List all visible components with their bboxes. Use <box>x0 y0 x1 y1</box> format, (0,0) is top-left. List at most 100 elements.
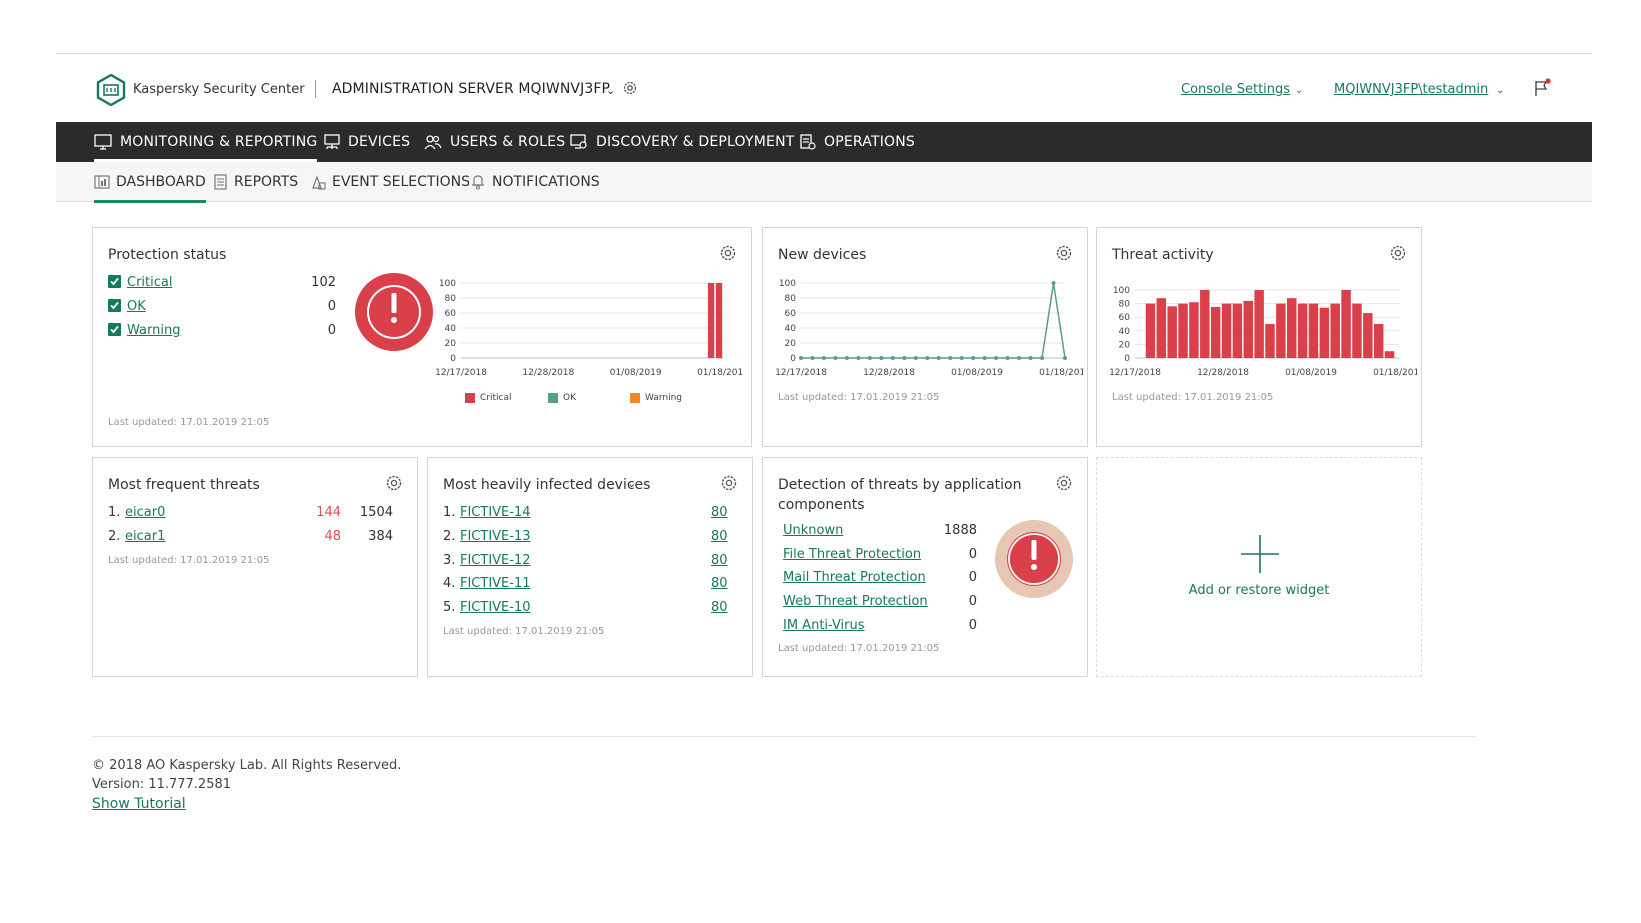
chevron-down-icon[interactable]: ⌄ <box>606 84 615 97</box>
device-name-link[interactable]: FICTIVE-13 <box>460 529 531 544</box>
device-name-link[interactable]: FICTIVE-12 <box>460 553 531 568</box>
bar <box>1221 303 1232 358</box>
device-index: 5. <box>443 600 456 615</box>
threat-count-highlight: 48 <box>324 529 341 544</box>
component-count: 1888 <box>943 523 977 538</box>
device-count-link[interactable]: 80 <box>711 529 728 544</box>
device-count-link[interactable]: 80 <box>711 600 728 615</box>
main-navigation: MONITORING & REPORTING DEVICES USERS & R… <box>56 122 1592 162</box>
add-widget-label[interactable]: Add or restore widget <box>1097 583 1421 598</box>
tab-reports[interactable]: REPORTS <box>214 162 298 202</box>
nav-discovery-deployment[interactable]: DISCOVERY & DEPLOYMENT <box>570 122 795 162</box>
data-point <box>913 356 918 360</box>
bar <box>1243 300 1253 358</box>
monitor-icon <box>94 134 112 150</box>
widget-threat-activity: Threat activity 0 20 40 60 80 100 12/17/2018 12… <box>1096 227 1422 447</box>
bar <box>1341 290 1351 358</box>
header-separator <box>315 80 316 98</box>
new-devices-chart: 0 20 40 60 80 100 12/17/2018 12/28/2018 01/08/20… <box>775 279 1083 378</box>
user-account-link[interactable]: MQIWNVJ3FP\testadmin <box>1334 82 1488 97</box>
status-warning-count: 0 <box>327 323 336 338</box>
data-point <box>1040 356 1045 360</box>
chevron-down-icon[interactable]: ⌄ <box>1295 85 1303 96</box>
data-point <box>936 356 941 360</box>
x-tick-label: 01/08/2019 <box>951 368 1003 378</box>
device-count-link[interactable]: 80 <box>711 576 728 591</box>
last-updated: Last updated: 17.01.2019 21:05 <box>443 626 605 637</box>
gear-icon[interactable] <box>719 244 737 262</box>
data-point <box>844 356 849 360</box>
component-unknown-link[interactable]: Unknown <box>783 523 843 538</box>
widget-title-line: Detection of threats by application <box>778 477 1022 493</box>
widget-new-devices: New devices 0 20 40 60 80 100 12/17/2018 12/28/… <box>762 227 1088 447</box>
data-point <box>1051 281 1056 285</box>
threat-name-link[interactable]: eicar0 <box>125 505 165 520</box>
gear-icon[interactable] <box>385 474 403 492</box>
x-tick-label: 01/18/2019 <box>1373 368 1417 378</box>
bar <box>1308 303 1319 358</box>
gear-icon[interactable] <box>622 80 638 96</box>
nav-operations[interactable]: OPERATIONS <box>800 122 915 162</box>
series-line <box>801 282 1066 359</box>
checkbox-warning[interactable] <box>108 323 121 336</box>
threat-count: 1504 <box>359 505 393 520</box>
tab-notifications[interactable]: NOTIFICATIONS <box>470 162 600 202</box>
widget-frequent-threats: Most frequent threats 1. eicar0 144 1504… <box>92 457 418 677</box>
console-settings-link[interactable]: Console Settings <box>1181 82 1290 97</box>
notification-icon <box>472 175 484 190</box>
gear-icon[interactable] <box>1055 244 1073 262</box>
device-name-link[interactable]: FICTIVE-10 <box>460 600 531 615</box>
last-updated: Last updated: 17.01.2019 21:05 <box>778 643 940 654</box>
component-file-threat-link[interactable]: File Threat Protection <box>783 547 921 562</box>
device-count-link[interactable]: 80 <box>711 505 728 520</box>
version-text: Version: 11.777.2581 <box>92 777 232 792</box>
bar <box>1276 303 1286 358</box>
gear-icon[interactable] <box>720 474 738 492</box>
component-im-antivirus-link[interactable]: IM Anti-Virus <box>783 618 865 633</box>
plus-icon[interactable] <box>1239 533 1281 575</box>
status-critical-link[interactable]: Critical <box>127 275 172 290</box>
bar <box>1373 324 1384 358</box>
notification-flag-icon[interactable] <box>1532 78 1552 98</box>
kaspersky-logo-icon[interactable] <box>96 74 126 106</box>
status-warning-link[interactable]: Warning <box>127 323 180 338</box>
add-widget-tile[interactable]: Add or restore widget <box>1096 457 1422 677</box>
top-header: Kaspersky Security Center ADMINISTRATION… <box>56 54 1592 122</box>
y-tick-label: 0 <box>790 354 796 364</box>
tab-event-selections[interactable]: EVENT SELECTIONS <box>310 162 470 202</box>
data-point <box>994 356 999 360</box>
tab-label: NOTIFICATIONS <box>492 174 600 190</box>
y-tick-label: 80 <box>445 294 457 304</box>
server-name[interactable]: ADMINISTRATION SERVER MQIWNVJ3FP <box>332 81 610 97</box>
widget-title[interactable]: Most heavily infected devices <box>443 475 650 495</box>
device-name-link[interactable]: FICTIVE-14 <box>460 505 531 520</box>
threat-activity-chart: 0 20 40 60 80 100 12/17/2018 12/28/2018 01/08/20… <box>1109 286 1417 378</box>
threat-name-link[interactable]: eicar1 <box>125 529 165 544</box>
bar <box>1384 351 1395 358</box>
x-tick-label: 12/28/2018 <box>522 368 574 378</box>
device-index: 1. <box>443 505 456 520</box>
chevron-down-icon[interactable]: ⌄ <box>1496 85 1504 96</box>
gear-icon[interactable] <box>1055 474 1073 492</box>
y-tick-label: 60 <box>1119 313 1131 323</box>
status-ok-link[interactable]: OK <box>127 299 146 314</box>
bar <box>707 283 715 358</box>
nav-monitoring-reporting[interactable]: MONITORING & REPORTING <box>94 122 318 162</box>
show-tutorial-link[interactable]: Show Tutorial <box>92 796 186 812</box>
component-count: 0 <box>968 547 977 562</box>
component-web-threat-link[interactable]: Web Threat Protection <box>783 594 928 609</box>
checkbox-critical[interactable] <box>108 275 121 288</box>
chevron-down-icon[interactable]: ⌄ <box>627 477 636 490</box>
legend-warning: Warning <box>630 393 682 403</box>
gear-icon[interactable] <box>1389 244 1407 262</box>
component-mail-threat-link[interactable]: Mail Threat Protection <box>783 570 926 585</box>
tab-dashboard[interactable]: DASHBOARD <box>94 162 206 203</box>
nav-users-roles[interactable]: USERS & ROLES <box>424 122 565 162</box>
nav-devices[interactable]: DEVICES <box>324 122 410 162</box>
device-count-link[interactable]: 80 <box>711 553 728 568</box>
component-count: 0 <box>968 618 977 633</box>
bar <box>1297 303 1308 358</box>
device-name-link[interactable]: FICTIVE-11 <box>460 576 531 591</box>
data-point <box>833 356 838 360</box>
checkbox-ok[interactable] <box>108 299 121 312</box>
